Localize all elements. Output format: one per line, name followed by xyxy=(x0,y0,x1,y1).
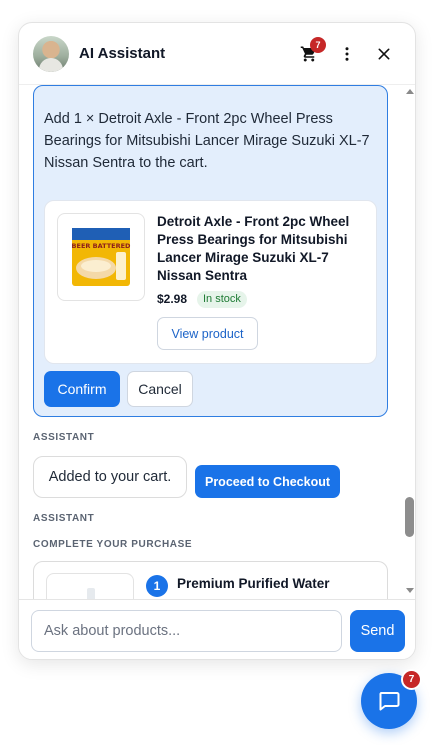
proceed-to-checkout-button[interactable]: Proceed to Checkout xyxy=(195,465,340,498)
close-button[interactable] xyxy=(371,41,397,67)
stock-badge: In stock xyxy=(197,291,247,308)
chat-bubble-icon xyxy=(379,692,400,711)
message-role-label: ASSISTANT xyxy=(33,432,95,443)
more-vertical-icon xyxy=(345,47,349,61)
chat-message-input[interactable] xyxy=(31,610,342,652)
product-package-image: BEER BATTERED xyxy=(72,228,131,286)
purchase-section-title: COMPLETE YOUR PURCHASE xyxy=(33,539,193,550)
view-product-button[interactable]: View product xyxy=(157,317,258,350)
package-text: BEER BATTERED xyxy=(72,242,131,250)
chat-panel: AI Assistant 7 Add 1 × Detroit Axle - Fr… xyxy=(18,22,416,660)
close-icon xyxy=(378,48,390,60)
step-number-badge: 1 xyxy=(146,575,168,597)
purchase-item-card: 1 Premium Purified Water xyxy=(33,561,388,599)
assistant-avatar xyxy=(33,35,69,72)
confirmation-message: Add 1 × Detroit Axle - Front 2pc Wheel P… xyxy=(44,111,370,171)
launcher-unread-badge: 7 xyxy=(401,669,422,690)
product-card: BEER BATTERED Detroit Axle - Front 2pc W… xyxy=(44,200,377,364)
more-options-button[interactable] xyxy=(334,41,360,67)
cancel-button[interactable]: Cancel xyxy=(127,371,193,407)
message-list-scrollbar[interactable] xyxy=(402,85,415,599)
confirm-button[interactable]: Confirm xyxy=(44,371,120,407)
scrollbar-thumb[interactable] xyxy=(405,497,414,537)
chat-footer: Send xyxy=(19,599,415,659)
message-list[interactable]: Add 1 × Detroit Axle - Front 2pc Wheel P… xyxy=(19,85,415,599)
purchase-item-name: Premium Purified Water xyxy=(177,576,330,591)
assistant-message-bubble: Added to your cart. xyxy=(33,456,187,498)
scroll-up-arrow[interactable] xyxy=(406,89,414,94)
purchase-item-image xyxy=(46,573,134,599)
chat-header: AI Assistant 7 xyxy=(19,23,415,85)
cart-count-badge: 7 xyxy=(310,37,326,53)
product-name: Detroit Axle - Front 2pc Wheel Press Bea… xyxy=(157,214,350,283)
chat-title: AI Assistant xyxy=(79,45,166,62)
send-button[interactable]: Send xyxy=(350,610,405,652)
scroll-down-arrow[interactable] xyxy=(406,588,414,593)
product-image: BEER BATTERED xyxy=(57,213,145,301)
message-role-label: ASSISTANT xyxy=(33,513,95,524)
product-price: $2.98 xyxy=(157,292,188,306)
add-to-cart-confirmation: Add 1 × Detroit Axle - Front 2pc Wheel P… xyxy=(33,85,388,417)
